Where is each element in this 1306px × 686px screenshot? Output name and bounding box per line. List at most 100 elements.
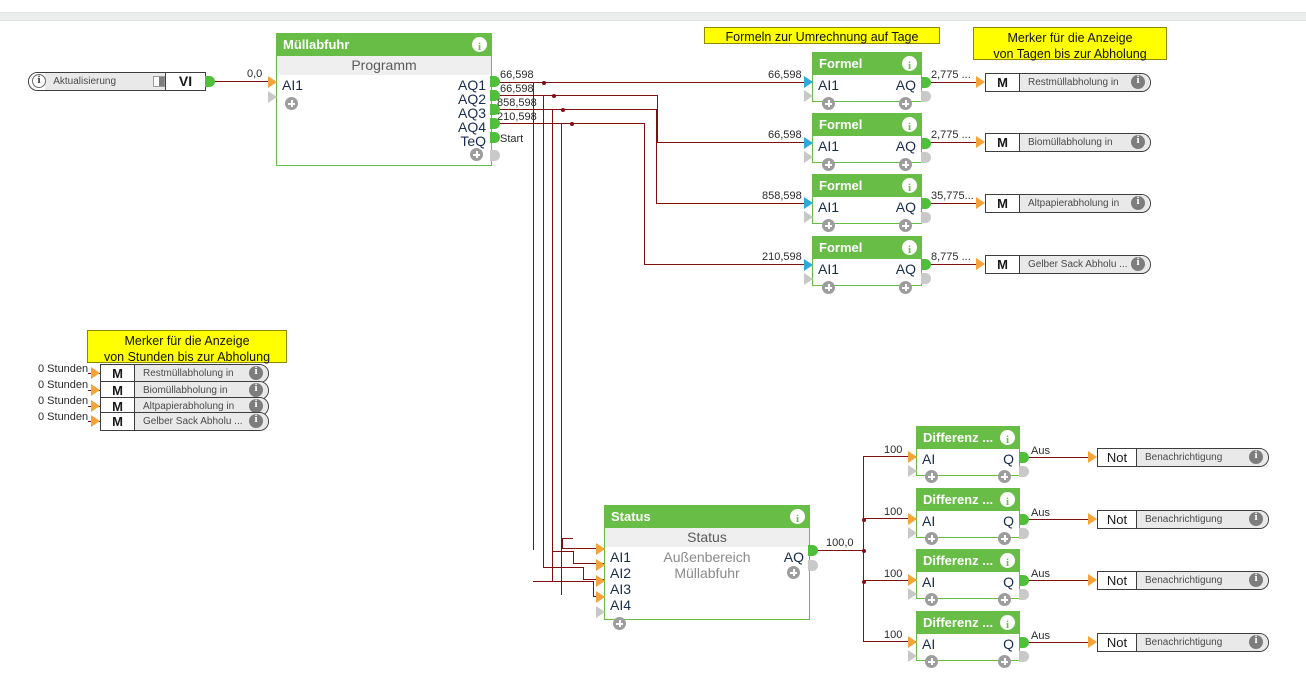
connector-in-formel-1-extra[interactable] <box>804 90 813 102</box>
connector-out-differenz-4[interactable] <box>1019 637 1029 648</box>
add-input-button[interactable] <box>613 617 626 630</box>
connector-in-formel-2-extra[interactable] <box>804 151 813 163</box>
add-output-button[interactable] <box>998 593 1011 606</box>
connector-in-merker-stunden-2[interactable] <box>91 384 100 396</box>
add-output-button[interactable] <box>787 566 800 579</box>
pin-aq[interactable]: AQ <box>784 549 804 565</box>
info-icon[interactable] <box>1000 552 1015 572</box>
connector-out-aq1[interactable] <box>490 76 500 87</box>
connector-in-formel-3[interactable] <box>804 197 813 209</box>
info-icon[interactable] <box>1130 134 1150 151</box>
connector-in-differenz-2-extra[interactable] <box>908 527 917 539</box>
connector-out-formel-4[interactable] <box>921 259 931 270</box>
connector-in-differenz-2[interactable] <box>908 513 917 525</box>
connector-out-formel-1[interactable] <box>921 77 931 88</box>
info-icon[interactable] <box>902 239 917 259</box>
connector-in-differenz-3[interactable] <box>908 574 917 586</box>
info-icon[interactable] <box>790 508 805 528</box>
pin-aq[interactable]: AQ <box>896 261 916 277</box>
merker-tage-2[interactable]: M Biomüllabholung in <box>985 133 1151 152</box>
info-icon[interactable] <box>1000 429 1015 449</box>
pin-ai1[interactable]: AI1 <box>818 138 839 154</box>
pin-ai1[interactable]: AI1 <box>818 77 839 93</box>
connector-out-formel-1-extra[interactable] <box>921 91 931 102</box>
connector-out-input[interactable] <box>205 76 215 87</box>
connector-in-status-ai4[interactable] <box>596 591 605 603</box>
pin-ai3[interactable]: AI3 <box>610 581 631 597</box>
pin-q[interactable]: Q <box>1003 513 1014 529</box>
merker-tage-4[interactable]: M Gelber Sack Abholu ... <box>985 255 1151 274</box>
pin-aq[interactable]: AQ <box>896 199 916 215</box>
add-output-button[interactable] <box>998 532 1011 545</box>
connector-in-formel-3-extra[interactable] <box>804 211 813 223</box>
connector-out-formel-3-extra[interactable] <box>921 212 931 223</box>
connector-in-muellabfuhr-extra[interactable] <box>268 91 277 103</box>
merker-tage-1[interactable]: M Restmüllabholung in <box>985 73 1151 92</box>
info-icon[interactable] <box>1130 195 1150 212</box>
connector-out-differenz-3-extra[interactable] <box>1019 589 1029 600</box>
add-input-button[interactable] <box>925 593 938 606</box>
info-icon[interactable] <box>1248 511 1268 528</box>
block-formel-2[interactable]: Formel AI1 AQ <box>812 113 922 171</box>
add-output-button[interactable] <box>899 281 912 294</box>
toggle-swatch-icon[interactable] <box>150 73 166 90</box>
add-output-button[interactable] <box>470 148 483 161</box>
add-input-button[interactable] <box>925 655 938 668</box>
connector-in-formel-2[interactable] <box>804 137 813 149</box>
info-icon[interactable] <box>1130 74 1150 91</box>
info-icon[interactable] <box>902 177 917 197</box>
add-input-button[interactable] <box>925 532 938 545</box>
pin-ai[interactable]: AI <box>922 636 935 652</box>
info-icon[interactable] <box>1248 449 1268 466</box>
add-output-button[interactable] <box>899 158 912 171</box>
connector-out-formel-2[interactable] <box>921 138 931 149</box>
connector-out-formel-2-extra[interactable] <box>921 152 931 163</box>
add-input-button[interactable] <box>822 158 835 171</box>
pin-q[interactable]: Q <box>1003 636 1014 652</box>
info-icon[interactable] <box>1130 256 1150 273</box>
pin-aq[interactable]: AQ <box>896 138 916 154</box>
pin-aq[interactable]: AQ <box>896 77 916 93</box>
connector-out-differenz-2[interactable] <box>1019 514 1029 525</box>
connector-out-aq4[interactable] <box>490 118 500 129</box>
connector-out-muellabfuhr-extra[interactable] <box>490 150 500 161</box>
pin-q[interactable]: Q <box>1003 451 1014 467</box>
block-status[interactable]: Status Status AI1 AI2 AI3 AI4 Außenberei… <box>604 505 810 630</box>
note-merker-tage[interactable]: Merker für die Anzeige von Tagen bis zur… <box>973 27 1167 61</box>
note-formeln[interactable]: Formeln zur Umrechnung auf Tage <box>704 27 940 44</box>
pin-ai[interactable]: AI <box>922 451 935 467</box>
info-icon[interactable] <box>1248 572 1268 589</box>
connector-out-teq[interactable] <box>490 132 500 143</box>
connector-in-muellabfuhr-ai1[interactable] <box>268 76 277 88</box>
pin-ai[interactable]: AI <box>922 513 935 529</box>
pin-ai1[interactable]: AI1 <box>818 261 839 277</box>
connector-in-formel-4-extra[interactable] <box>804 273 813 285</box>
info-icon[interactable] <box>248 365 268 382</box>
connector-in-not-4[interactable] <box>1088 636 1097 648</box>
add-input-button[interactable] <box>822 219 835 232</box>
connector-out-differenz-1-extra[interactable] <box>1019 466 1029 477</box>
info-icon[interactable] <box>472 36 487 56</box>
not-block-4[interactable]: Not Benachrichtigung <box>1097 633 1269 652</box>
connector-out-formel-3[interactable] <box>921 198 931 209</box>
block-formel-1[interactable]: Formel AI1 AQ <box>812 52 922 110</box>
connector-in-merker-stunden-4[interactable] <box>91 415 100 427</box>
connector-in-formel-4[interactable] <box>804 259 813 271</box>
connector-in-status-ai2[interactable] <box>596 559 605 571</box>
add-output-button[interactable] <box>899 219 912 232</box>
connector-in-differenz-4[interactable] <box>908 636 917 648</box>
add-output-button[interactable] <box>998 655 1011 668</box>
connector-in-not-3[interactable] <box>1088 574 1097 586</box>
connector-in-merker-tage-1[interactable] <box>976 76 985 88</box>
not-block-3[interactable]: Not Benachrichtigung <box>1097 571 1269 590</box>
info-icon[interactable] <box>248 413 268 430</box>
info-icon[interactable] <box>1000 614 1015 634</box>
pin-q[interactable]: Q <box>1003 574 1014 590</box>
connector-in-differenz-1-extra[interactable] <box>908 465 917 477</box>
connector-in-differenz-4-extra[interactable] <box>908 650 917 662</box>
connector-in-differenz-3-extra[interactable] <box>908 588 917 600</box>
connector-in-status-ai3[interactable] <box>596 575 605 587</box>
note-merker-stunden[interactable]: Merker für die Anzeige von Stunden bis z… <box>87 330 287 364</box>
not-block-2[interactable]: Not Benachrichtigung <box>1097 510 1269 529</box>
connector-out-formel-4-extra[interactable] <box>921 273 931 284</box>
